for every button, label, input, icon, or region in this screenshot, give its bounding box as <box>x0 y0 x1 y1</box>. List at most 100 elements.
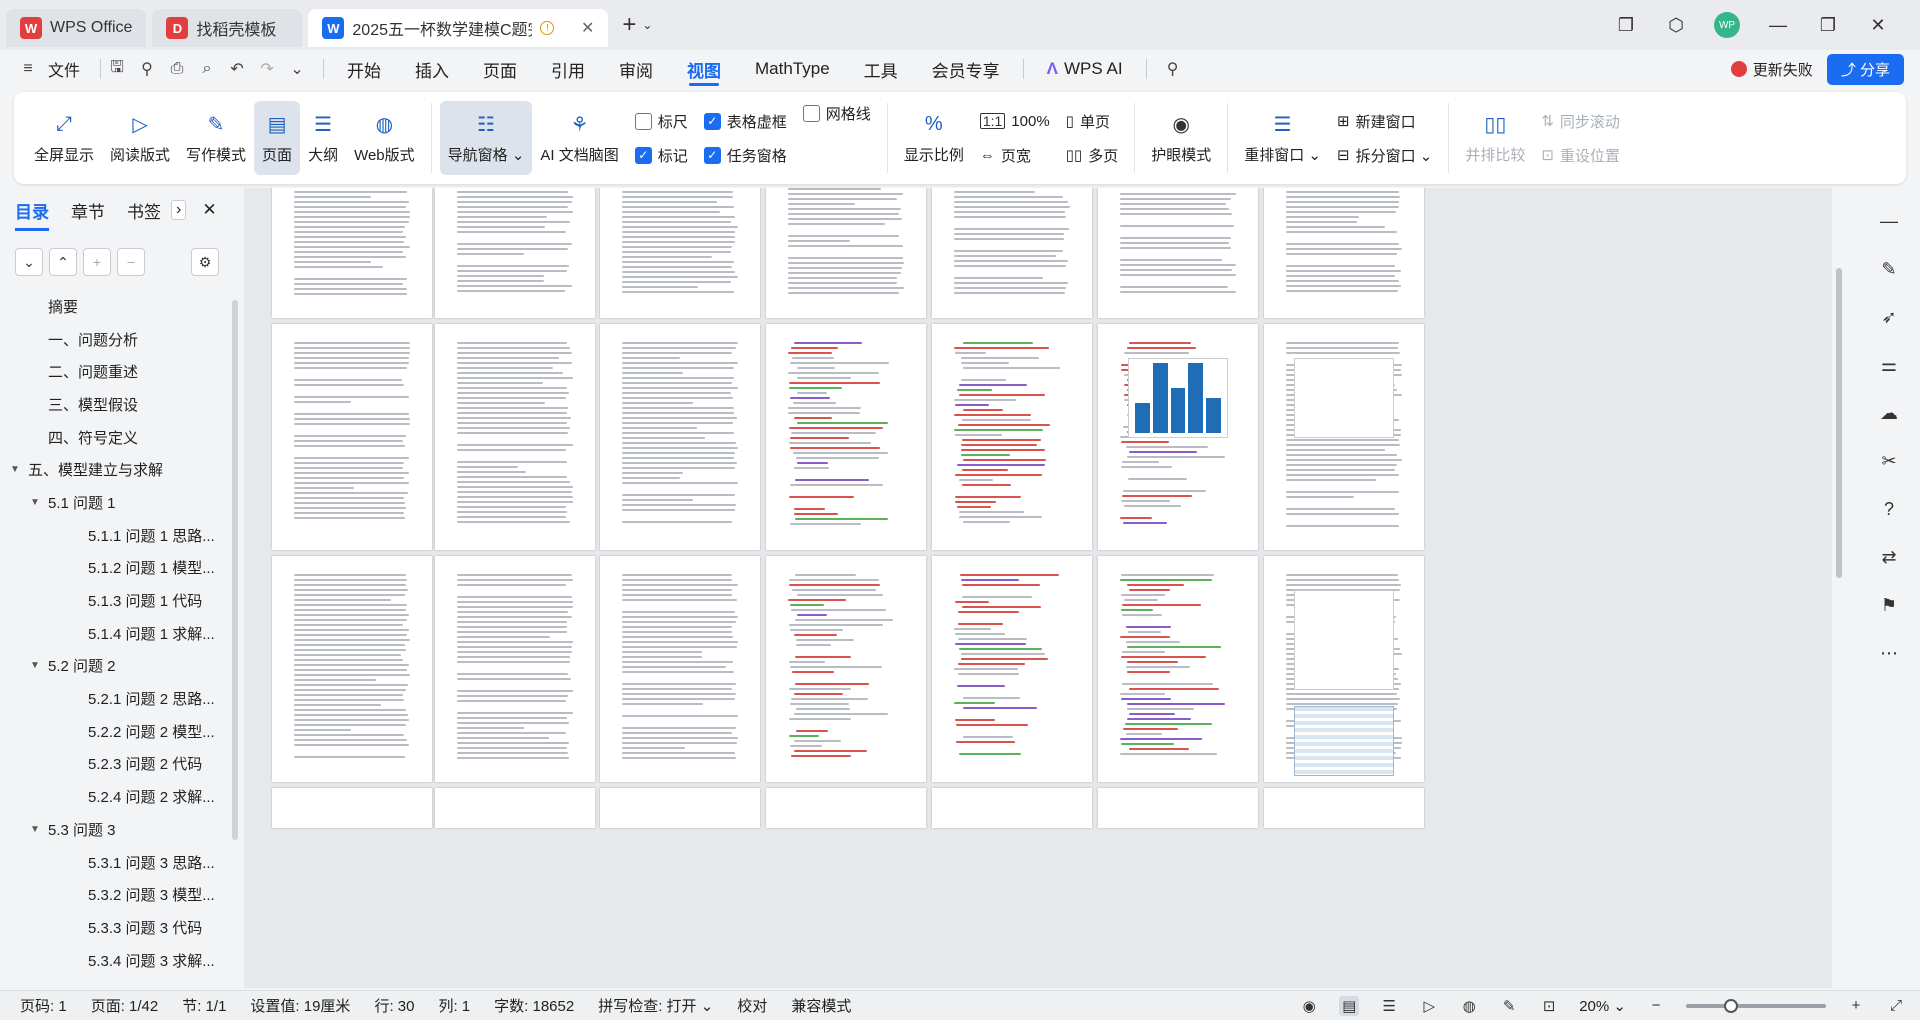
page-thumbnail[interactable] <box>600 788 760 828</box>
toc-item[interactable]: 5.1.3 问题 1 代码 <box>0 584 244 617</box>
page-thumbnail[interactable] <box>272 556 432 782</box>
translate-icon[interactable]: ⇄ <box>1876 544 1902 570</box>
toc-item[interactable]: 5.2.1 问题 2 思路... <box>0 682 244 715</box>
cube-icon[interactable]: ⬡ <box>1664 15 1688 36</box>
restore-icon[interactable]: ❐ <box>1816 15 1840 36</box>
expand-toggle-icon[interactable]: ▼ <box>30 660 44 671</box>
page-thumbnail[interactable] <box>1098 324 1258 550</box>
brain-icon[interactable]: ☁ <box>1876 400 1902 426</box>
menu-member[interactable]: 会员专享 <box>932 50 1000 88</box>
task-pane-checkbox[interactable]: ✓ 任务窗格 <box>703 143 787 167</box>
tab-chapters[interactable]: 章节 <box>71 198 105 223</box>
share-button[interactable]: ⤴ 分享 <box>1826 53 1904 85</box>
undo-icon[interactable]: ↶ <box>227 59 247 79</box>
toc-item[interactable]: 5.2.4 问题 2 求解... <box>0 780 244 813</box>
menu-tools[interactable]: 工具 <box>864 50 898 88</box>
gridlines-checkbox[interactable]: 网格线 <box>802 101 871 125</box>
zoom-slider-knob[interactable] <box>1724 998 1738 1013</box>
page-width-button[interactable]: ⇔ 页宽 <box>980 143 1050 167</box>
expand-toggle-icon[interactable]: ▼ <box>30 497 44 508</box>
document-canvas[interactable] <box>244 188 1832 988</box>
toc-item[interactable]: ▼ 5.3 问题 3 <box>0 813 244 846</box>
toc-item[interactable]: 摘要 <box>0 290 244 323</box>
toc-item[interactable]: 一、问题分析 <box>0 323 244 356</box>
adjust-icon[interactable]: ⚌ <box>1876 352 1902 378</box>
outline-button[interactable]: ☰ 大纲 <box>300 101 346 175</box>
display-ratio-button[interactable]: % 显示比例 <box>896 101 972 175</box>
page-thumbnail[interactable] <box>1098 788 1258 828</box>
vertical-scrollbar[interactable] <box>1834 188 1844 988</box>
tab-document[interactable]: W 2025五一杯数学建模C题完整 ! ✕ <box>308 9 609 47</box>
page-thumbnail[interactable] <box>435 324 595 550</box>
pen-icon[interactable]: ✎ <box>1499 996 1519 1016</box>
minimize-icon[interactable]: — <box>1766 15 1790 36</box>
sync-scroll-button[interactable]: ⇅ 同步滚动 <box>1541 109 1620 133</box>
page-thumbnail[interactable] <box>272 188 432 318</box>
tab-template[interactable]: D 找稻壳模板 <box>152 9 303 47</box>
read-mode-button[interactable]: ▷ 阅读版式 <box>102 101 178 175</box>
write-mode-button[interactable]: ✎ 写作模式 <box>178 101 254 175</box>
toc-item[interactable]: 四、符号定义 <box>0 421 244 454</box>
page-thumbnail[interactable] <box>766 188 926 318</box>
page-thumbnail[interactable] <box>435 556 595 782</box>
close-icon[interactable]: ✕ <box>581 18 594 38</box>
menu-start[interactable]: 开始 <box>347 50 381 88</box>
tab-wps-office[interactable]: W WPS Office <box>6 9 147 47</box>
fit-icon[interactable]: ⊡ <box>1539 996 1559 1016</box>
toc-item[interactable]: 5.1.2 问题 1 模型... <box>0 552 244 585</box>
page-thumbnail[interactable] <box>932 188 1092 318</box>
tab-bookmarks[interactable]: 书签 <box>127 198 161 223</box>
tab-toc[interactable]: 目录 <box>15 198 49 231</box>
page-thumbnail[interactable] <box>932 556 1092 782</box>
redo-icon[interactable]: ↷ <box>257 59 277 79</box>
zoom-100-button[interactable]: 1:1 100% <box>979 109 1050 133</box>
outline-icon[interactable]: ☰ <box>1379 996 1399 1016</box>
page-thumbnail[interactable] <box>1264 556 1424 782</box>
page-thumbnail[interactable] <box>1264 324 1424 550</box>
status-proof[interactable]: 校对 <box>737 995 767 1016</box>
chevron-down-icon[interactable]: ⌄ <box>642 18 652 32</box>
zoom-level[interactable]: 20% ⌄ <box>1579 997 1626 1015</box>
page-thumbnail[interactable] <box>1264 788 1424 828</box>
hamburger-icon[interactable]: ≡ <box>18 59 38 79</box>
more-icon[interactable]: ⋯ <box>1876 640 1902 666</box>
menu-page[interactable]: 页面 <box>483 50 517 88</box>
toc-item[interactable]: 5.1.1 问题 1 思路... <box>0 519 244 552</box>
chevron-right-icon[interactable]: › <box>171 200 187 220</box>
globe-icon[interactable]: ◍ <box>1459 996 1479 1016</box>
menu-insert[interactable]: 插入 <box>415 50 449 88</box>
page-thumbnail[interactable] <box>272 324 432 550</box>
expand-toggle-icon[interactable]: ▼ <box>10 464 24 475</box>
print-icon[interactable]: ⎙ <box>167 59 187 79</box>
page-thumbnail[interactable] <box>1098 556 1258 782</box>
save-icon[interactable]: 🖫 <box>107 59 127 79</box>
menu-mathtype[interactable]: MathType <box>755 50 830 88</box>
page-thumbnail[interactable] <box>600 556 760 782</box>
chevron-down-icon[interactable]: ⌄ <box>15 248 43 276</box>
toc-item[interactable]: 5.2.3 问题 2 代码 <box>0 748 244 781</box>
page-thumbnail[interactable] <box>1098 188 1258 318</box>
toc-item[interactable]: 5.1.4 问题 1 求解... <box>0 617 244 650</box>
status-page-of[interactable]: 页面: 1/42 <box>91 995 159 1016</box>
plus-icon[interactable]: + <box>622 11 636 39</box>
minus-icon[interactable]: − <box>117 248 145 276</box>
page-thumbnail[interactable] <box>600 324 760 550</box>
rearrange-window-button[interactable]: ☰ 重排窗口 ⌄ <box>1236 101 1329 175</box>
new-window-button[interactable]: ⊞ 新建窗口 <box>1337 109 1432 133</box>
share-link-icon[interactable]: ⚲ <box>137 59 157 79</box>
toc-item[interactable]: 三、模型假设 <box>0 388 244 421</box>
close-icon[interactable]: ✕ <box>202 200 216 220</box>
reset-position-button[interactable]: ⊡ 重设位置 <box>1541 143 1620 167</box>
fullscreen-icon[interactable]: ⤢ <box>1886 996 1906 1016</box>
page-thumbnail[interactable] <box>932 788 1092 828</box>
eye-icon[interactable]: ◉ <box>1299 996 1319 1016</box>
toc-item[interactable]: ▼ 5.1 问题 1 <box>0 486 244 519</box>
toc-item[interactable]: ▼ 5.2 问题 2 <box>0 650 244 683</box>
chevron-down-icon[interactable]: ⌄ <box>287 59 307 79</box>
markup-checkbox[interactable]: ✓ 标记 <box>634 143 688 167</box>
side-compare-button[interactable]: ▯▯ 并排比较 <box>1457 101 1533 175</box>
table-gridlines-checkbox[interactable]: ✓ 表格虚框 <box>703 109 787 133</box>
page-view-button[interactable]: ▤ 页面 <box>254 101 301 175</box>
scrollbar-thumb[interactable] <box>1836 268 1842 578</box>
status-words[interactable]: 字数: 18652 <box>494 995 574 1016</box>
